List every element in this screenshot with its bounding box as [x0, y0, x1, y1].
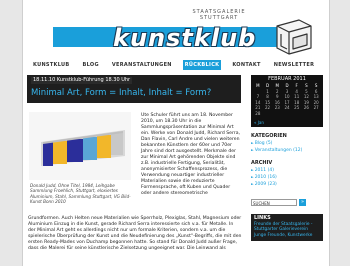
post-header: 18.11.10 Kunstklub-Führung 18.30 Uhr Min…: [27, 75, 241, 103]
links-list: Freunde der Staatsgalerie - Stuttgarter …: [254, 222, 320, 239]
nav-item-blog[interactable]: BLOG: [81, 60, 101, 70]
calendar-day: [263, 111, 273, 117]
nav-item-r-ckblick[interactable]: RÜCKBLICK: [182, 60, 222, 70]
search-form: SUCHEN »: [251, 199, 323, 206]
calendar-title: FEBRUAR 2011: [268, 76, 306, 82]
armchair-icon: [276, 19, 312, 55]
calendar-day: [272, 111, 282, 117]
category-link[interactable]: Blog (5): [251, 140, 323, 147]
sidebar: FEBRUAR 2011 M D M D F S S 1 2 3 4 5 6 7 8 9 10 11 12 13 14 1…: [251, 75, 323, 242]
post-text-right: Ute Schuler führt uns am 18. November 20…: [141, 113, 240, 196]
search-button[interactable]: »: [299, 199, 306, 206]
categories-title: KATEGORIEN: [251, 133, 287, 139]
nav-item-veranstaltungen[interactable]: VERANSTALTUNGEN: [110, 60, 174, 70]
search-input[interactable]: SUCHEN: [251, 199, 297, 206]
calendar-day[interactable]: 28: [253, 111, 263, 117]
calendar-prev-link[interactable]: « Jan: [254, 120, 264, 125]
site-logo[interactable]: kunstklub: [113, 24, 256, 52]
post-meta: 18.11.10 Kunstklub-Führung 18.30 Uhr: [31, 77, 133, 84]
artwork-image: [29, 112, 131, 180]
calendar-day: [311, 111, 321, 117]
nav-item-kunstklub[interactable]: KUNSTKLUB: [31, 60, 72, 70]
calendar-day: [302, 111, 312, 117]
external-link[interactable]: Junge Freunde, Kunstwerke: [254, 233, 320, 239]
brand-subtitle-line2: STUTTGART: [199, 15, 239, 21]
nav-item-kontakt[interactable]: KONTAKT: [230, 60, 262, 70]
calendar-grid: M D M D F S S 1 2 3 4 5 6 7 8 9 10 11 12 13 14 15 16 17 18 19 20 21…: [251, 83, 323, 116]
nav-item-newsletter[interactable]: NEWSLETTER: [272, 60, 317, 70]
categories-list: Blog (5)Veranstaltungen (12): [251, 140, 323, 154]
links-box: LINKS Freunde der Staatsgalerie - Stuttg…: [251, 214, 323, 242]
archive-link[interactable]: 2011 (4): [251, 167, 323, 174]
post-title[interactable]: Minimal Art, Form = Inhalt, Inhalt = For…: [31, 87, 211, 99]
artwork-caption: Donald Judd, Ohne Titel, 1984, Leihgabe …: [30, 183, 131, 204]
external-link[interactable]: Freunde der Staatsgalerie - Stuttgarter …: [254, 222, 320, 233]
post-text-bottom: Grundformen. Auch Helten neue Materialie…: [28, 216, 242, 251]
brand-subtitle: STAATSGALERIE STUTTGART: [189, 9, 249, 21]
calendar-widget: FEBRUAR 2011 M D M D F S S 1 2 3 4 5 6 7 8 9 10 11 12 13 14 1…: [251, 75, 323, 127]
header: STAATSGALERIE STUTTGART kunstklub: [23, 0, 329, 66]
archive-title: ARCHIV: [251, 160, 273, 166]
archive-list: 2011 (4)2010 (16)2009 (23): [251, 167, 323, 188]
archive-link[interactable]: 2010 (16): [251, 174, 323, 181]
main-nav: KUNSTKLUB BLOG VERANSTALTUNGEN RÜCKBLICK KON…: [31, 60, 316, 70]
category-link[interactable]: Veranstaltungen (12): [251, 147, 323, 154]
calendar-day: [292, 111, 302, 117]
page: STAATSGALERIE STUTTGART kunstklub KUNSTK…: [22, 0, 330, 266]
calendar-day: [282, 111, 292, 117]
archive-link[interactable]: 2009 (23): [251, 181, 323, 188]
